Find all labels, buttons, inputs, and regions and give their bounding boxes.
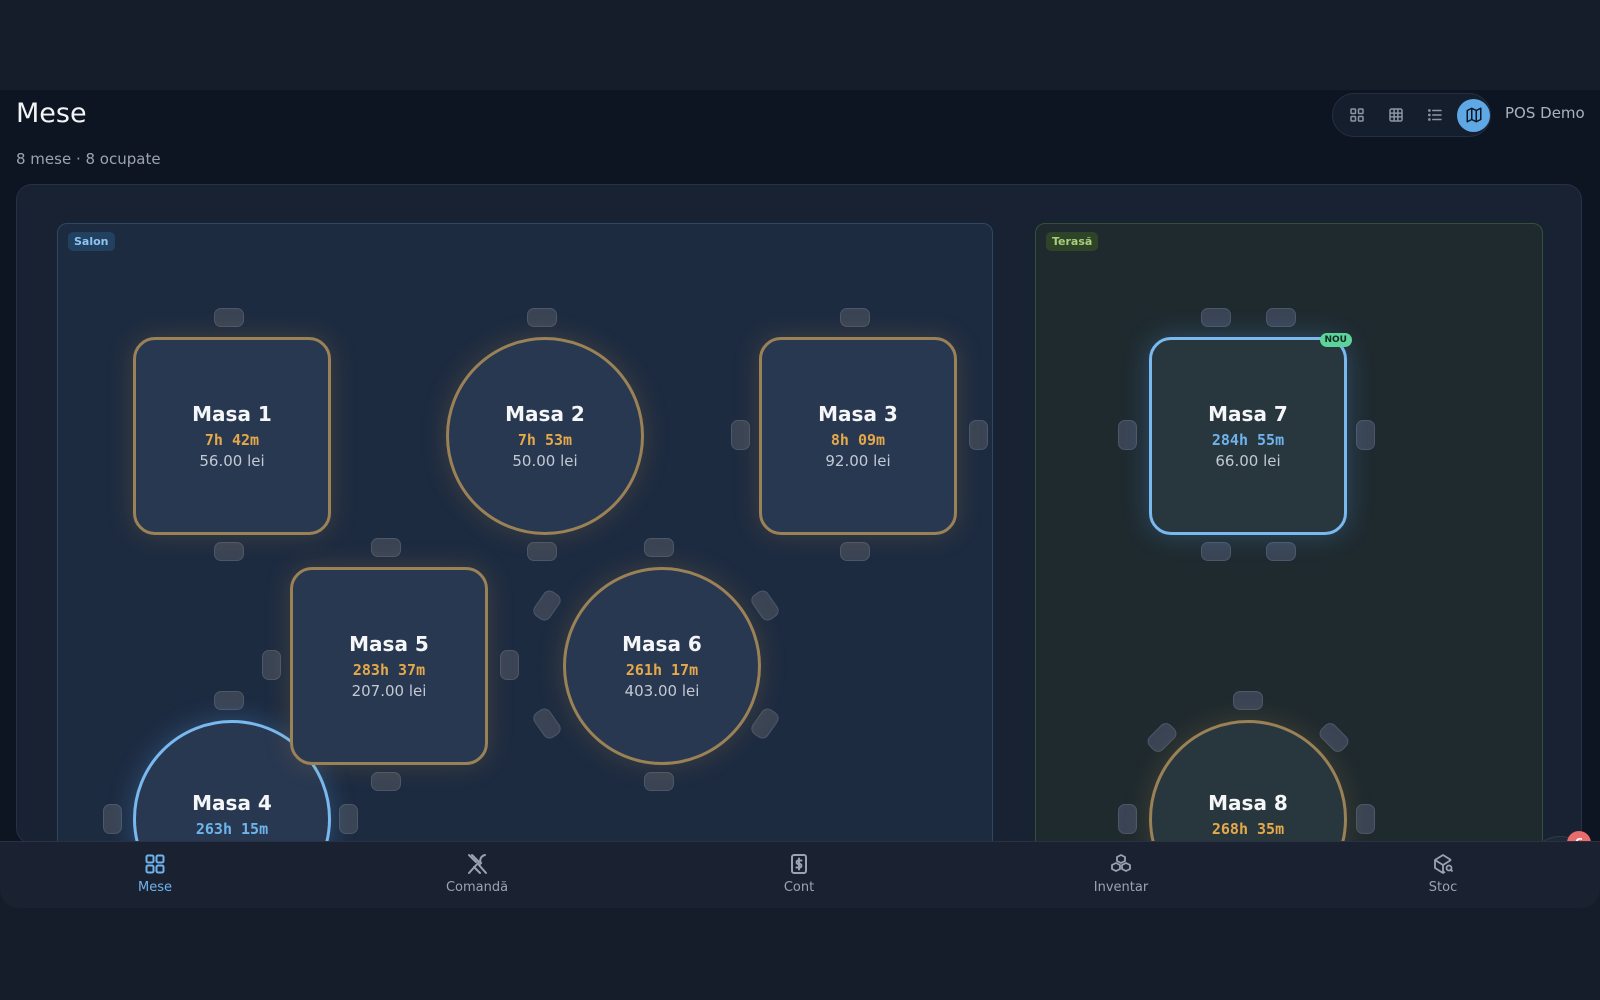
chair bbox=[731, 420, 750, 450]
nav-label: Inventar bbox=[1093, 880, 1149, 895]
table-grid-icon bbox=[1389, 108, 1403, 122]
view-map-button[interactable] bbox=[1457, 98, 1490, 132]
nav-label: Cont bbox=[783, 880, 815, 895]
new-badge: NOU bbox=[1319, 333, 1352, 347]
chair bbox=[500, 650, 519, 680]
chair bbox=[530, 705, 564, 742]
page-subtitle: 8 mese · 8 ocupate bbox=[16, 150, 161, 168]
package-search-icon bbox=[1434, 854, 1454, 874]
table-time: 7h 42m bbox=[204, 431, 260, 449]
nav-label: Mese bbox=[138, 880, 172, 895]
receipt-dollar-icon bbox=[791, 854, 807, 874]
table-time: 283h 37m bbox=[352, 661, 426, 679]
chair bbox=[371, 538, 401, 557]
bottom-nav: Mese Comandă Cont Inventar Stoc bbox=[0, 841, 1600, 908]
table-name: Masa 1 bbox=[192, 402, 272, 426]
table-name: Masa 8 bbox=[1208, 791, 1288, 815]
nav-cont[interactable]: Cont bbox=[739, 852, 859, 895]
table-masa-5[interactable]: Masa 5 283h 37m 207.00 lei bbox=[290, 567, 488, 765]
table-masa-2[interactable]: Masa 2 7h 53m 50.00 lei bbox=[446, 337, 644, 535]
table-name: Masa 3 bbox=[818, 402, 898, 426]
chair bbox=[1266, 308, 1296, 327]
view-list-button[interactable] bbox=[1419, 99, 1452, 132]
table-name: Masa 2 bbox=[505, 402, 585, 426]
table-name: Masa 5 bbox=[349, 632, 429, 656]
table-name: Masa 6 bbox=[622, 632, 702, 656]
table-total: 50.00 lei bbox=[512, 452, 578, 470]
chair bbox=[748, 705, 782, 742]
table-masa-1[interactable]: Masa 1 7h 42m 56.00 lei bbox=[133, 337, 331, 535]
zone-label-terasa: Terasă bbox=[1046, 232, 1099, 251]
chair bbox=[644, 538, 674, 557]
chair bbox=[1233, 691, 1263, 710]
grid-icon bbox=[1350, 108, 1365, 122]
table-time: 284h 55m bbox=[1211, 431, 1285, 449]
chair bbox=[840, 308, 870, 327]
table-time: 261h 17m bbox=[625, 661, 699, 679]
chair bbox=[1201, 308, 1231, 327]
table-name: Masa 7 bbox=[1208, 402, 1288, 426]
table-time: 263h 15m bbox=[195, 820, 269, 838]
boxes-icon bbox=[1111, 854, 1131, 872]
table-total: 207.00 lei bbox=[351, 682, 427, 700]
table-total: 66.00 lei bbox=[1215, 452, 1281, 470]
chair bbox=[214, 691, 244, 710]
page-title: Mese bbox=[16, 98, 87, 129]
table-time: 7h 53m bbox=[517, 431, 573, 449]
table-time: 268h 35m bbox=[1211, 820, 1285, 838]
chair bbox=[1201, 542, 1231, 561]
chair bbox=[103, 804, 122, 834]
chair bbox=[1118, 420, 1137, 450]
view-switcher bbox=[1332, 93, 1491, 137]
chair bbox=[840, 542, 870, 561]
table-time: 8h 09m bbox=[830, 431, 886, 449]
zone-label-salon: Salon bbox=[68, 232, 115, 251]
nav-mese[interactable]: Mese bbox=[95, 852, 215, 895]
chair bbox=[214, 542, 244, 561]
chair bbox=[1356, 804, 1375, 834]
table-masa-3[interactable]: Masa 3 8h 09m 92.00 lei bbox=[759, 337, 957, 535]
chair bbox=[644, 772, 674, 791]
table-name: Masa 4 bbox=[192, 791, 272, 815]
chair bbox=[1118, 804, 1137, 834]
chair bbox=[748, 587, 782, 624]
chair bbox=[1144, 720, 1180, 755]
zone-salon: Salon Masa 1 7h 42m 56.00 lei Masa 2 7h … bbox=[57, 223, 993, 843]
nav-comanda[interactable]: Comandă bbox=[417, 852, 537, 895]
chair bbox=[1316, 720, 1352, 755]
list-icon bbox=[1427, 109, 1442, 121]
table-total: 403.00 lei bbox=[624, 682, 700, 700]
chair bbox=[214, 308, 244, 327]
zone-terasa: Terasă NOU Masa 7 284h 55m 66.00 lei Mas… bbox=[1035, 223, 1543, 843]
view-table-button[interactable] bbox=[1380, 99, 1413, 132]
nav-label: Comandă bbox=[445, 880, 509, 895]
user-name[interactable]: POS Demo bbox=[1505, 104, 1585, 122]
chair bbox=[1356, 420, 1375, 450]
floor-plan: Salon Masa 1 7h 42m 56.00 lei Masa 2 7h … bbox=[16, 184, 1582, 844]
utensils-icon bbox=[468, 854, 487, 874]
nav-inventar[interactable]: Inventar bbox=[1061, 852, 1181, 895]
map-icon bbox=[1466, 107, 1482, 123]
chair bbox=[527, 308, 557, 327]
app-window: Mese 8 mese · 8 ocupate POS Demo Salon M… bbox=[0, 90, 1600, 908]
chair bbox=[969, 420, 988, 450]
chair bbox=[371, 772, 401, 791]
nav-stoc[interactable]: Stoc bbox=[1383, 852, 1503, 895]
chair bbox=[262, 650, 281, 680]
table-masa-7[interactable]: NOU Masa 7 284h 55m 66.00 lei bbox=[1149, 333, 1352, 535]
view-grid-button[interactable] bbox=[1341, 99, 1374, 132]
chair bbox=[530, 587, 564, 624]
chair bbox=[339, 804, 358, 834]
table-total: 56.00 lei bbox=[199, 452, 265, 470]
nav-label: Stoc bbox=[1428, 880, 1458, 895]
chair bbox=[527, 542, 557, 561]
table-masa-8[interactable]: Masa 8 268h 35m bbox=[1149, 720, 1347, 843]
chair bbox=[1266, 542, 1296, 561]
table-total: 92.00 lei bbox=[825, 452, 891, 470]
grid-icon bbox=[145, 854, 165, 874]
table-masa-6[interactable]: Masa 6 261h 17m 403.00 lei bbox=[563, 567, 761, 765]
